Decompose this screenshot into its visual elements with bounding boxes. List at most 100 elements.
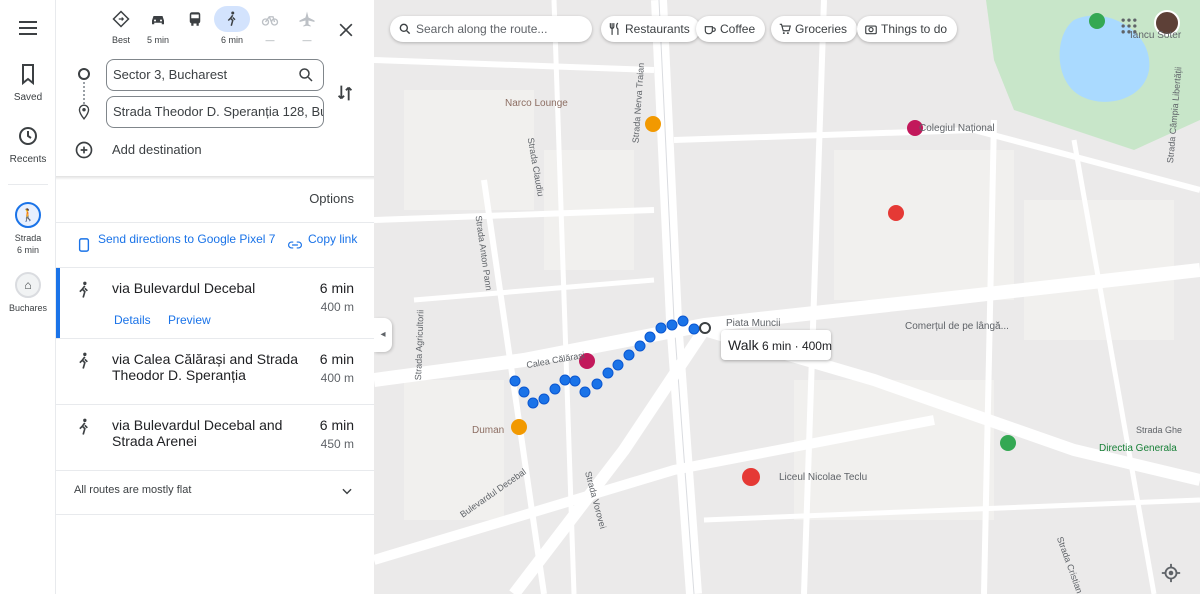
poi-label[interactable]: Directia Generala [1099,443,1177,454]
mode-walk[interactable]: 6 min [214,6,250,52]
travel-mode-bar: Best 5 min 6 min — — [56,6,374,52]
route-name: via Calea Călărași and Strada Theodor D.… [112,351,298,383]
trip-sub: 6 min [16,245,39,255]
mode-label: 6 min [220,35,243,45]
search-icon [399,23,411,35]
origin-input[interactable]: Sector 3, Bucharest [106,59,324,91]
map-canvas[interactable]: ◂ Search along the route... Restaurants … [374,0,1200,594]
search-icon[interactable] [297,66,315,84]
maps-app: Saved Recents 🚶 Strada 6 min ⌂ Buchares … [0,0,1200,594]
chip-coffee[interactable]: Coffee [696,16,766,42]
route-tooltip[interactable]: Walk 6 min · 400m [721,330,832,360]
trip-label: Buchares [8,303,48,313]
panel-divider [56,176,374,180]
recent-trip-bucharest[interactable]: ⌂ Buchares [0,272,56,314]
airplane-icon [299,11,315,27]
cart-icon [779,23,791,35]
chevron-down-icon[interactable] [340,484,354,498]
destination-pin-icon [78,104,90,120]
collapse-panel-button[interactable]: ◂ [374,318,392,352]
route-distance: 400 m [320,300,354,314]
chip-label: Restaurants [625,22,690,36]
route-option-2[interactable]: via Calea Călărași and Strada Theodor D.… [56,339,374,404]
coffee-icon [704,26,716,35]
place-icon: ⌂ [15,272,41,298]
details-button[interactable]: Details [114,310,151,330]
saved-button[interactable]: Saved [0,62,56,103]
send-to-phone-button[interactable]: Send directions to Google Pixel 7 [78,232,278,252]
saved-label: Saved [13,92,43,103]
swap-icon[interactable] [334,82,356,104]
preview-button[interactable]: Preview [168,310,211,330]
destination-input[interactable]: Strada Theodor D. Speranția 128, Bucure [106,96,324,128]
mode-drive[interactable]: 5 min [140,6,176,52]
poi-label[interactable]: Duman [472,425,504,436]
street-label: Strada Ghe [1136,425,1183,435]
bookmark-icon [22,64,34,86]
chevron-left-icon: ◂ [380,329,386,340]
diamond-icon [112,10,130,28]
menu-icon[interactable] [16,16,40,40]
waypoint-connector [83,82,85,104]
bus-icon [189,12,201,26]
route-time: 6 min [319,351,354,367]
mode-label: Best [111,35,130,45]
flat-note: All routes are mostly flat [74,484,192,496]
add-circle-icon [75,141,93,159]
directions-panel: Best 5 min 6 min — — Sector 3, Bucharest… [56,0,374,594]
recents-label: Recents [9,154,47,165]
options-button[interactable]: Options [309,191,354,206]
chip-label: Coffee [720,22,756,36]
poi-label[interactable]: Piata Muncii [726,318,780,329]
chip-restaurants[interactable]: Restaurants [601,16,700,42]
poi-label[interactable]: Iancu Soter [1130,30,1181,41]
chip-groceries[interactable]: Groceries [771,16,858,42]
route-option-3[interactable]: via Bulevardul Decebal and Strada Arenei… [56,405,374,470]
bike-icon [261,16,279,26]
walk-icon: 🚶 [15,202,41,228]
mode-label: — [265,35,275,45]
route-option-1[interactable]: via Bulevardul Decebal 6 min 400 m Detai… [56,268,374,338]
mode-label: — [302,35,312,45]
add-destination-label: Add destination [112,142,202,157]
mode-bike[interactable]: — [252,6,288,52]
trip-label: Strada [14,233,42,243]
route-distance: 450 m [320,437,354,451]
recent-trip-walk[interactable]: 🚶 Strada 6 min [0,202,56,256]
divider [56,514,374,515]
mode-transit[interactable] [177,6,213,52]
divider [56,222,374,223]
phone-icon [78,238,90,252]
left-rail: Saved Recents 🚶 Strada 6 min ⌂ Buchares [0,0,56,594]
route-name: via Bulevardul Decebal and Strada Arenei [112,417,283,449]
copy-link-button[interactable]: Copy link [288,232,358,249]
chip-label: Groceries [795,22,848,36]
mode-flight[interactable]: — [289,6,325,52]
restaurant-icon [609,22,619,35]
poi-label[interactable]: Liceul Nicolae Teclu [779,472,867,483]
recents-button[interactable]: Recents [0,124,56,165]
poi-label[interactable]: Colegiul Național [919,123,995,134]
tooltip-detail: 6 min · 400m [761,339,832,353]
route-distance: 400 m [320,371,354,385]
rail-divider [8,184,48,185]
chip-label: Things to do [881,22,948,36]
search-along-route-input[interactable]: Search along the route... [390,16,592,42]
route-time: 6 min [319,417,354,433]
close-directions-icon[interactable] [336,20,356,40]
send-label: Send directions to Google Pixel 7 [98,232,276,246]
mode-label: 5 min [146,35,169,45]
search-placeholder: Search along the route... [416,22,548,36]
my-location-icon[interactable] [1160,562,1182,584]
divider [56,470,374,471]
mode-best[interactable]: Best [103,6,139,52]
tooltip-mode: Walk [728,337,759,353]
camera-icon [865,25,877,35]
poi-label[interactable]: Comerțul de pe lângă... [905,321,1009,332]
walk-icon [79,352,88,369]
walk-icon [79,418,88,435]
chip-things-to-do[interactable]: Things to do [857,16,958,42]
history-icon [19,127,37,145]
poi-label[interactable]: Narco Lounge [505,98,568,109]
route-time: 6 min [319,280,354,296]
